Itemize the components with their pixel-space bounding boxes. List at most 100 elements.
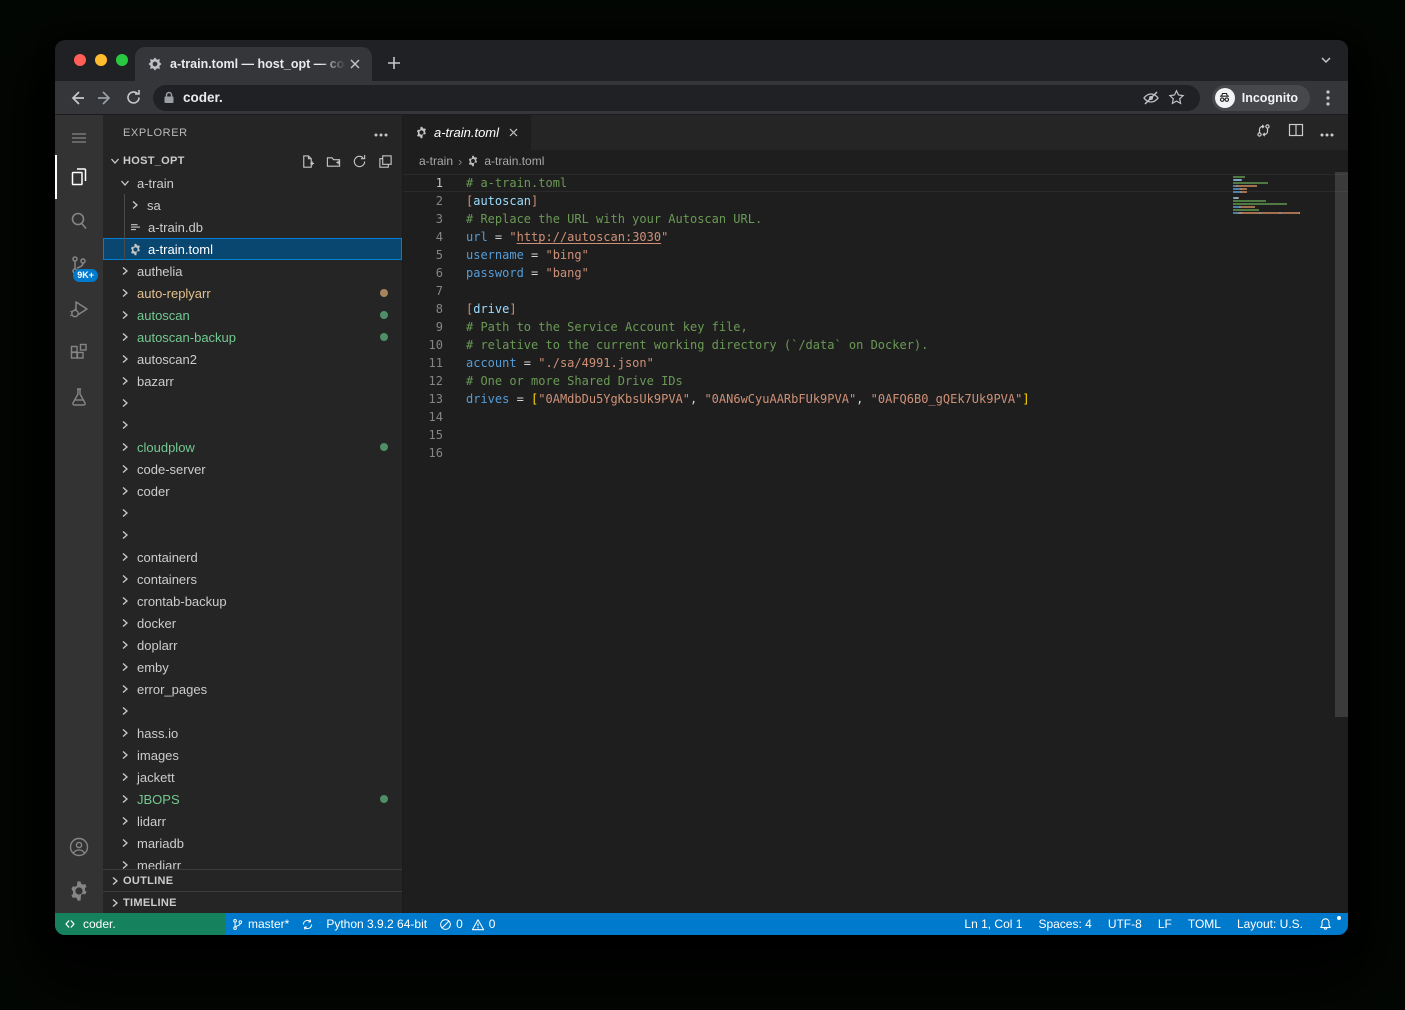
tree-item-containerd[interactable]: containerd xyxy=(103,546,402,568)
new-file-icon[interactable] xyxy=(298,152,316,170)
tree-item-lidarr[interactable]: lidarr xyxy=(103,810,402,832)
tree-item-label: images xyxy=(137,748,179,763)
browser-tab[interactable]: a-train.toml — host_opt — cod xyxy=(135,47,372,81)
account-icon[interactable] xyxy=(55,825,103,869)
tree-item-images[interactable]: images xyxy=(103,744,402,766)
new-tab-button[interactable] xyxy=(380,49,408,77)
minimize-window-button[interactable] xyxy=(95,54,107,66)
encoding-item[interactable]: UTF-8 xyxy=(1100,917,1150,931)
address-bar[interactable]: coder. xyxy=(153,85,1200,111)
tree-item-code-server[interactable]: code-server xyxy=(103,458,402,480)
indentation-item[interactable]: Spaces: 4 xyxy=(1030,917,1099,931)
browser-menu-icon[interactable] xyxy=(1316,84,1340,112)
eol-item[interactable]: LF xyxy=(1150,917,1180,931)
close-window-button[interactable] xyxy=(74,54,86,66)
tree-item-a-train[interactable]: a-train xyxy=(103,172,402,194)
menu-hamburger-icon[interactable] xyxy=(55,121,103,155)
reload-button[interactable] xyxy=(119,84,147,112)
tree-item-JBOPS[interactable]: JBOPS xyxy=(103,788,402,810)
tree-item-a-train.db[interactable]: a-train.db xyxy=(103,216,402,238)
testing-view-icon[interactable] xyxy=(55,375,103,419)
tree-item-bazarr[interactable]: bazarr xyxy=(103,370,402,392)
tree-item-autoscan-backup[interactable]: autoscan-backup xyxy=(103,326,402,348)
tree-item-emby[interactable]: emby xyxy=(103,656,402,678)
tree-item-jackett[interactable]: jackett xyxy=(103,766,402,788)
zoom-window-button[interactable] xyxy=(116,54,128,66)
new-folder-icon[interactable] xyxy=(324,152,342,170)
chevron-right-icon xyxy=(117,681,133,697)
breadcrumb-folder[interactable]: a-train xyxy=(419,154,453,168)
chevron-right-icon xyxy=(117,571,133,587)
tree-item-doplarr[interactable]: doplarr xyxy=(103,634,402,656)
open-changes-icon[interactable] xyxy=(1255,122,1272,144)
source-control-view-icon[interactable]: 9K+ xyxy=(55,243,103,287)
explorer-more-actions-icon[interactable] xyxy=(374,124,388,142)
incognito-label: Incognito xyxy=(1242,91,1298,105)
tree-item[interactable] xyxy=(103,524,402,546)
workspace-root-row[interactable]: HOST_OPT xyxy=(103,150,402,172)
tree-item-sa[interactable]: sa xyxy=(103,194,402,216)
tree-item-hass.io[interactable]: hass.io xyxy=(103,722,402,744)
tree-item-label: code-server xyxy=(137,462,206,477)
python-interpreter-item[interactable]: Python 3.9.2 64-bit xyxy=(320,917,433,931)
editor-tab-close-icon[interactable] xyxy=(509,128,518,137)
back-button[interactable] xyxy=(63,84,91,112)
code-line-6: 6password = "bang" xyxy=(403,264,1348,282)
sync-changes-item[interactable] xyxy=(295,918,320,931)
tree-item-label: a-train xyxy=(137,176,174,191)
tab-search-chevron-icon[interactable] xyxy=(1320,53,1332,71)
tree-item-error_pages[interactable]: error_pages xyxy=(103,678,402,700)
editor-more-actions-icon[interactable] xyxy=(1320,124,1334,142)
tree-item-a-train.toml[interactable]: a-train.toml xyxy=(103,238,402,260)
editor-tab-a-train-toml[interactable]: a-train.toml xyxy=(403,115,531,150)
lock-icon xyxy=(163,91,175,104)
chevron-right-icon xyxy=(117,549,133,565)
tree-item-autoscan[interactable]: autoscan xyxy=(103,304,402,326)
cursor-position-item[interactable]: Ln 1, Col 1 xyxy=(956,917,1030,931)
forward-button[interactable] xyxy=(91,84,119,112)
search-view-icon[interactable] xyxy=(55,199,103,243)
run-debug-view-icon[interactable] xyxy=(55,287,103,331)
notifications-bell-icon[interactable] xyxy=(1311,917,1340,931)
tree-item-label: emby xyxy=(137,660,169,675)
bookmark-star-icon[interactable] xyxy=(1164,85,1190,111)
tree-item-cloudplow[interactable]: cloudplow xyxy=(103,436,402,458)
remote-indicator[interactable]: coder. xyxy=(55,913,225,935)
extensions-view-icon[interactable] xyxy=(55,331,103,375)
tree-item-authelia[interactable]: authelia xyxy=(103,260,402,282)
tree-item-auto-replyarr[interactable]: auto-replyarr xyxy=(103,282,402,304)
breadcrumb-file[interactable]: a-train.toml xyxy=(484,154,544,168)
code-line-5: 5username = "bing" xyxy=(403,246,1348,264)
tree-item-mariadb[interactable]: mariadb xyxy=(103,832,402,854)
tab-close-icon[interactable] xyxy=(346,55,364,73)
git-branch-item[interactable]: master* xyxy=(225,917,295,931)
minimap[interactable] xyxy=(1233,176,1310,224)
browser-toolbar: coder. Incognito xyxy=(55,81,1348,115)
outline-section[interactable]: OUTLINE xyxy=(103,869,402,891)
collapse-all-icon[interactable] xyxy=(376,152,394,170)
tree-item[interactable] xyxy=(103,502,402,524)
editor-scrollbar[interactable] xyxy=(1335,172,1348,717)
tree-item-coder[interactable]: coder xyxy=(103,480,402,502)
tree-item-autoscan2[interactable]: autoscan2 xyxy=(103,348,402,370)
language-mode-item[interactable]: TOML xyxy=(1180,917,1229,931)
settings-gear-icon[interactable] xyxy=(55,869,103,913)
timeline-section[interactable]: TIMELINE xyxy=(103,891,402,913)
tree-item-crontab-backup[interactable]: crontab-backup xyxy=(103,590,402,612)
refresh-icon[interactable] xyxy=(350,152,368,170)
tree-item-docker[interactable]: docker xyxy=(103,612,402,634)
keyboard-layout-item[interactable]: Layout: U.S. xyxy=(1229,917,1311,931)
eye-off-icon[interactable] xyxy=(1138,85,1164,111)
tree-item-containers[interactable]: containers xyxy=(103,568,402,590)
code-editor[interactable]: 1# a-train.toml2[autoscan]3# Replace the… xyxy=(403,172,1348,913)
chevron-right-icon xyxy=(117,395,133,411)
tree-item[interactable] xyxy=(103,700,402,722)
explorer-view-icon[interactable] xyxy=(55,155,103,199)
line-number: 7 xyxy=(403,282,443,300)
problems-item[interactable]: 0 0 xyxy=(433,917,501,931)
tree-item[interactable] xyxy=(103,392,402,414)
split-editor-icon[interactable] xyxy=(1288,122,1304,143)
git-status-dot xyxy=(380,795,388,803)
tree-item[interactable] xyxy=(103,414,402,436)
tree-item-mediarr[interactable]: mediarr xyxy=(103,854,402,869)
